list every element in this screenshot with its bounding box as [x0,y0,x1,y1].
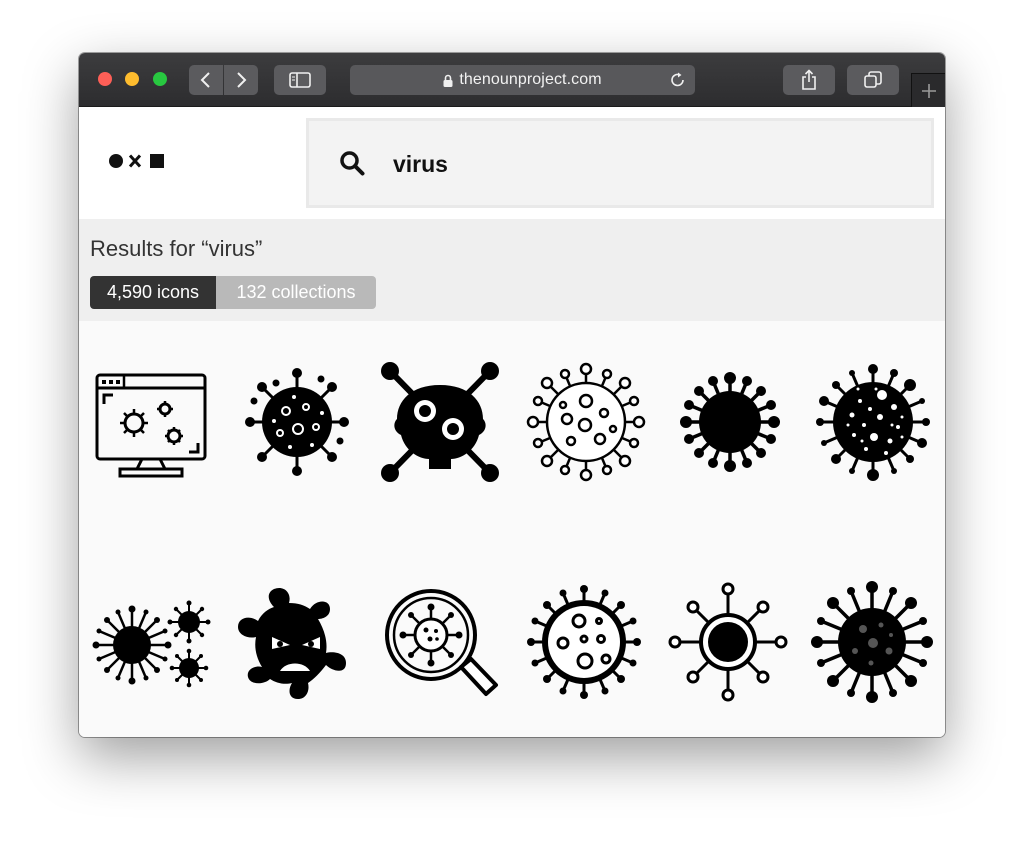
virus-cluster-icon[interactable] [90,581,212,703]
browser-window: thenounproject.com virus Results for “vi… [79,53,945,737]
monitor-virus-icon[interactable] [90,361,212,483]
skull-virus-icon[interactable] [379,361,501,483]
icons-count-tab[interactable]: 4,590 icons [90,276,216,309]
search-input[interactable]: virus [306,118,934,208]
address-bar[interactable]: thenounproject.com [350,65,695,95]
minimize-window-button[interactable] [125,72,139,86]
chevron-right-icon [237,72,247,88]
magnifier-virus-icon[interactable] [379,581,501,703]
search-icon[interactable] [339,150,365,181]
angry-virus-icon[interactable] [234,581,356,703]
url-text: thenounproject.com [459,71,602,88]
chevron-left-icon [200,72,210,88]
tabs-overview-icon [864,71,882,88]
back-button[interactable] [189,65,223,95]
sidebar-toggle-button[interactable] [274,65,326,95]
browser-toolbar: thenounproject.com [79,53,945,107]
share-icon [802,69,816,90]
search-query-text: virus [393,151,448,177]
results-title: Results for “virus” [90,236,263,261]
close-window-button[interactable] [98,72,112,86]
collections-count-tab[interactable]: 132 collections [216,276,376,309]
ring-virus-icon[interactable] [667,581,789,703]
site-header: virus [79,107,945,219]
dotted-virus-icon[interactable] [812,361,934,483]
reload-icon[interactable] [670,72,686,93]
sidebar-icon [289,72,311,88]
new-tab-button[interactable] [911,73,945,107]
outline-virus-icon[interactable] [525,361,647,483]
share-button[interactable] [783,65,835,95]
tabs-overview-button[interactable] [847,65,899,95]
noun-project-logo[interactable] [108,152,166,170]
lock-icon [443,74,453,87]
outline-spotted-virus-icon[interactable] [523,581,645,703]
solid-virus-icon[interactable] [669,361,791,483]
forward-button[interactable] [224,65,258,95]
icon-results-grid [79,321,945,737]
results-summary: Results for “virus” 4,590 icons 132 coll… [79,219,945,321]
dark-spiky-virus-icon[interactable] [811,581,933,703]
zoom-window-button[interactable] [153,72,167,86]
plus-icon [921,83,936,98]
spotted-virus-icon[interactable] [236,361,358,483]
